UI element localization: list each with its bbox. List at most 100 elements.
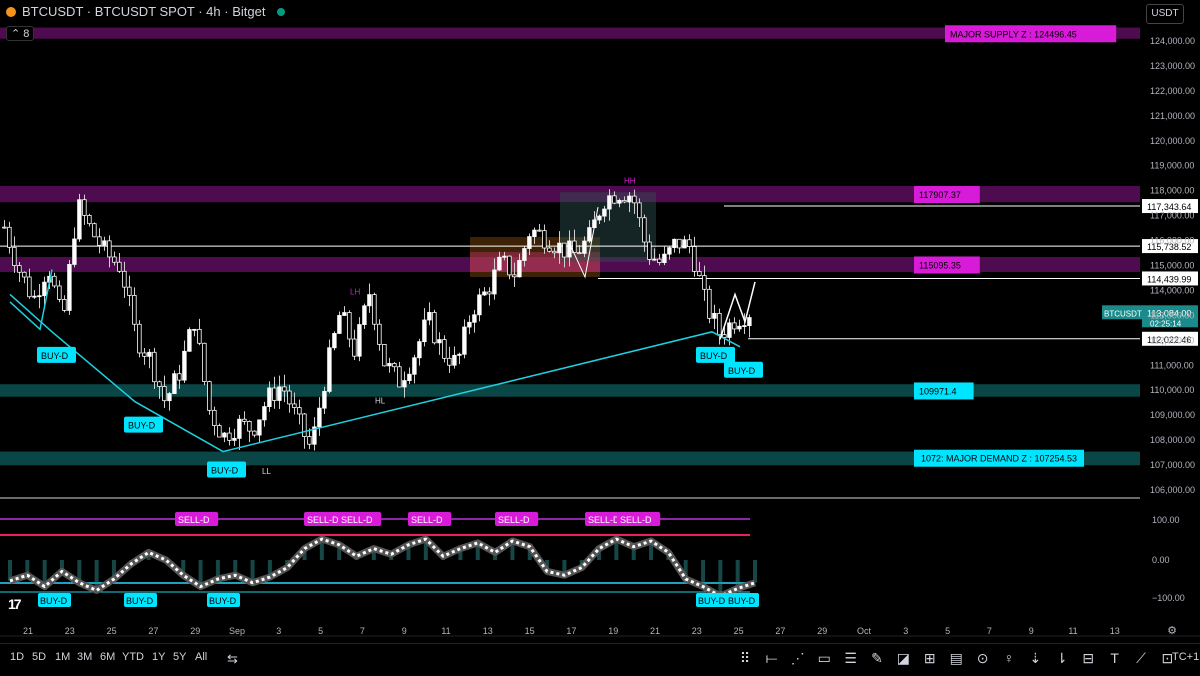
sell-signal: SELL-D [341, 515, 373, 525]
candle-body [717, 312, 722, 336]
candle-body [487, 291, 492, 295]
timeframe-5d[interactable]: 5D [32, 651, 46, 663]
grip-icon[interactable]: ⠿ [736, 650, 754, 667]
time-tick: 21 [23, 626, 33, 636]
candle-body [102, 240, 107, 246]
time-tick: 29 [817, 626, 827, 636]
fib-tool-icon[interactable]: ☰ [842, 650, 860, 667]
candle-body [712, 312, 717, 319]
candle-body [177, 373, 182, 381]
price-tick: 115,000.00 [1150, 261, 1194, 271]
price-tick: 116,000.00 [1150, 236, 1194, 246]
path-tool-icon[interactable]: ⟋ [1132, 650, 1150, 667]
candle-body [682, 239, 687, 249]
time-tick: 7 [987, 626, 992, 636]
candle-body [677, 238, 682, 249]
countdown: 02:25:14 [1150, 319, 1182, 328]
candle-body [747, 317, 752, 326]
candle-body [212, 409, 217, 426]
time-tick: 11 [1068, 626, 1077, 636]
buy-signal: BUY-D [700, 351, 728, 361]
candle-body [122, 270, 127, 288]
candle-body [67, 264, 72, 311]
candle-body [107, 240, 112, 258]
candle-body [367, 294, 372, 307]
time-tick: 25 [734, 626, 744, 636]
select-tool-icon[interactable]: ⊞ [921, 650, 939, 667]
time-tick: 23 [692, 626, 702, 636]
timeframe-5y[interactable]: 5Y [173, 651, 186, 663]
candle-body [97, 236, 102, 246]
candle-body [617, 200, 622, 204]
osc-shadow [8, 535, 757, 600]
candle-body [582, 240, 587, 254]
osc-buy-signal: BUY-D [698, 596, 726, 606]
anchored-vwap-icon[interactable]: ♀ [1000, 650, 1018, 666]
indicators-toggle[interactable]: ⌃ 8 [6, 26, 35, 41]
callout-tool-icon[interactable]: ▭ [815, 650, 833, 667]
candle-body [317, 407, 322, 428]
timeframe-6m[interactable]: 6M [100, 651, 115, 663]
osc-tick: −100.00 [1152, 593, 1185, 603]
timeframe-3m[interactable]: 3M [77, 651, 92, 663]
candle-body [252, 430, 257, 436]
price-tick: 121,000.00 [1150, 111, 1195, 121]
time-tick: 13 [1110, 626, 1120, 636]
candle-body [12, 246, 17, 266]
indicator-count: 8 [23, 28, 30, 40]
price-tick: 108,000.00 [1150, 435, 1195, 445]
chart-title: BTCUSDT · BTCUSDT SPOT · 4h · Bitget [22, 4, 266, 19]
long-position-icon[interactable]: ▤ [947, 650, 965, 667]
settings-icon: ⚙ [1167, 625, 1177, 637]
candle-body [32, 295, 37, 298]
candle-body [732, 322, 737, 330]
price-chart[interactable]: 117,343.64115,738.52114,439.99112,022.46… [0, 0, 1200, 643]
candle-body [452, 354, 457, 366]
candle-body [147, 351, 152, 357]
candle-body [57, 285, 62, 300]
time-axis[interactable]: 21 23 25 27 29 Sep 3 5 7 9 11 13 15 17 19 21 23 25 27 29 Oct… [23, 625, 1177, 637]
time-tick: 27 [775, 626, 785, 636]
pattern-tool-icon[interactable]: ⊙ [974, 650, 992, 667]
rectangle-tool-icon[interactable]: ◪ [894, 650, 912, 667]
time-tick: 9 [1029, 626, 1034, 636]
candle-body [22, 271, 27, 278]
timeframe-1d[interactable]: 1D [10, 651, 24, 663]
candle-body [467, 321, 472, 328]
candle-body [292, 403, 297, 408]
time-tick: 5 [318, 626, 323, 636]
timeframe-ytd[interactable]: YTD [122, 651, 144, 663]
date-range-tool-icon[interactable]: ⊟ [1079, 650, 1097, 667]
timeframe-1y[interactable]: 1Y [152, 651, 165, 663]
buy-signal: BUY-D [128, 421, 156, 431]
timezone-label[interactable]: TC+1 [1172, 651, 1199, 663]
time-tick: 17 [566, 626, 576, 636]
osc-buy-signal: BUY-D [209, 596, 237, 606]
price-tag: 114,439.99 [1147, 274, 1191, 284]
text-tool-icon[interactable]: T [1106, 650, 1124, 666]
time-tick: 11 [441, 626, 450, 636]
trend-tool-icon[interactable]: ⋰ [789, 650, 807, 667]
candle-body [512, 274, 517, 278]
brush-tool-icon[interactable]: ✎ [868, 650, 886, 667]
timeframe-1m[interactable]: 1M [55, 651, 70, 663]
price-tick: 119,000.00 [1150, 161, 1194, 171]
candle-body [142, 352, 147, 357]
time-tick: 19 [608, 626, 618, 636]
candle-body [82, 199, 87, 216]
candle-body [542, 230, 547, 249]
ray-tool-icon[interactable]: ⟝ [762, 650, 780, 667]
candle-body [507, 255, 512, 276]
price-tick: 107,000.00 [1150, 460, 1195, 470]
candle-body [172, 373, 177, 394]
timeframe-all[interactable]: All [195, 651, 207, 663]
candle-body [477, 294, 482, 316]
date-range-icon[interactable]: ⇆ [227, 651, 238, 667]
candle-body [622, 200, 627, 203]
price-axis[interactable]: 124,000.00 123,000.00 122,000.00 121,000.00… [1150, 36, 1195, 495]
currency-selector[interactable]: USDT [1146, 4, 1184, 24]
price-range-icon[interactable]: ⇂ [1053, 650, 1071, 667]
arrow-tool-icon[interactable]: ⇣ [1026, 650, 1044, 667]
candle-body [322, 390, 327, 409]
structure-label: LH [350, 287, 360, 296]
